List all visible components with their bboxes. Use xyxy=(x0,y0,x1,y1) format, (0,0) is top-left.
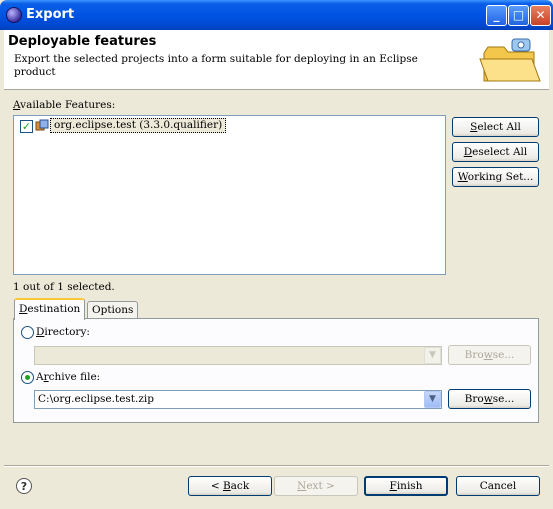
eclipse-app-icon xyxy=(6,7,22,23)
next-button: Next > xyxy=(274,476,358,496)
minimize-icon[interactable]: _ xyxy=(486,5,507,26)
back-button[interactable]: < Back xyxy=(188,476,272,496)
cancel-button[interactable]: Cancel xyxy=(456,476,540,496)
help-icon[interactable]: ? xyxy=(16,478,32,494)
browse-archive-button[interactable]: Browse... xyxy=(448,389,531,409)
window-title: Export xyxy=(26,7,75,22)
chevron-down-icon[interactable]: ▼ xyxy=(424,391,441,408)
page-description: Export the selected projects into a form… xyxy=(14,53,418,78)
chevron-down-icon: ▼ xyxy=(424,347,441,364)
working-set-button[interactable]: Working Set... xyxy=(452,167,539,187)
selection-status: 1 out of 1 selected. xyxy=(13,281,115,293)
archive-file-combo[interactable]: C:\org.eclipse.test.zip xyxy=(34,390,442,409)
page-title: Deployable features xyxy=(8,34,157,49)
directory-label: Directory: xyxy=(36,326,90,338)
feature-icon xyxy=(35,119,49,132)
feature-checkbox[interactable]: ✓ xyxy=(20,120,33,133)
maximize-icon[interactable]: □ xyxy=(508,5,529,26)
tab-destination[interactable]: Destination xyxy=(14,298,86,320)
finish-button[interactable]: Finish xyxy=(364,476,448,496)
tab-options[interactable]: Options xyxy=(87,301,139,318)
directory-radio[interactable] xyxy=(21,326,34,339)
title-bar[interactable] xyxy=(0,0,553,30)
deselect-all-button[interactable]: Deselect All xyxy=(452,142,539,162)
archive-label: Archive file: xyxy=(36,371,101,383)
export-folder-icon xyxy=(479,38,541,82)
list-item[interactable]: org.eclipse.test (3.3.0.qualifier) xyxy=(50,118,227,133)
directory-combo xyxy=(34,346,442,365)
archive-radio[interactable] xyxy=(21,371,34,384)
select-all-button[interactable]: Select All xyxy=(452,117,539,137)
available-features-label: Available Features: xyxy=(13,99,116,111)
footer-separator xyxy=(4,465,549,467)
features-list[interactable] xyxy=(13,115,446,275)
browse-directory-button: Browse... xyxy=(448,345,531,365)
close-icon[interactable]: ✕ xyxy=(530,5,551,26)
